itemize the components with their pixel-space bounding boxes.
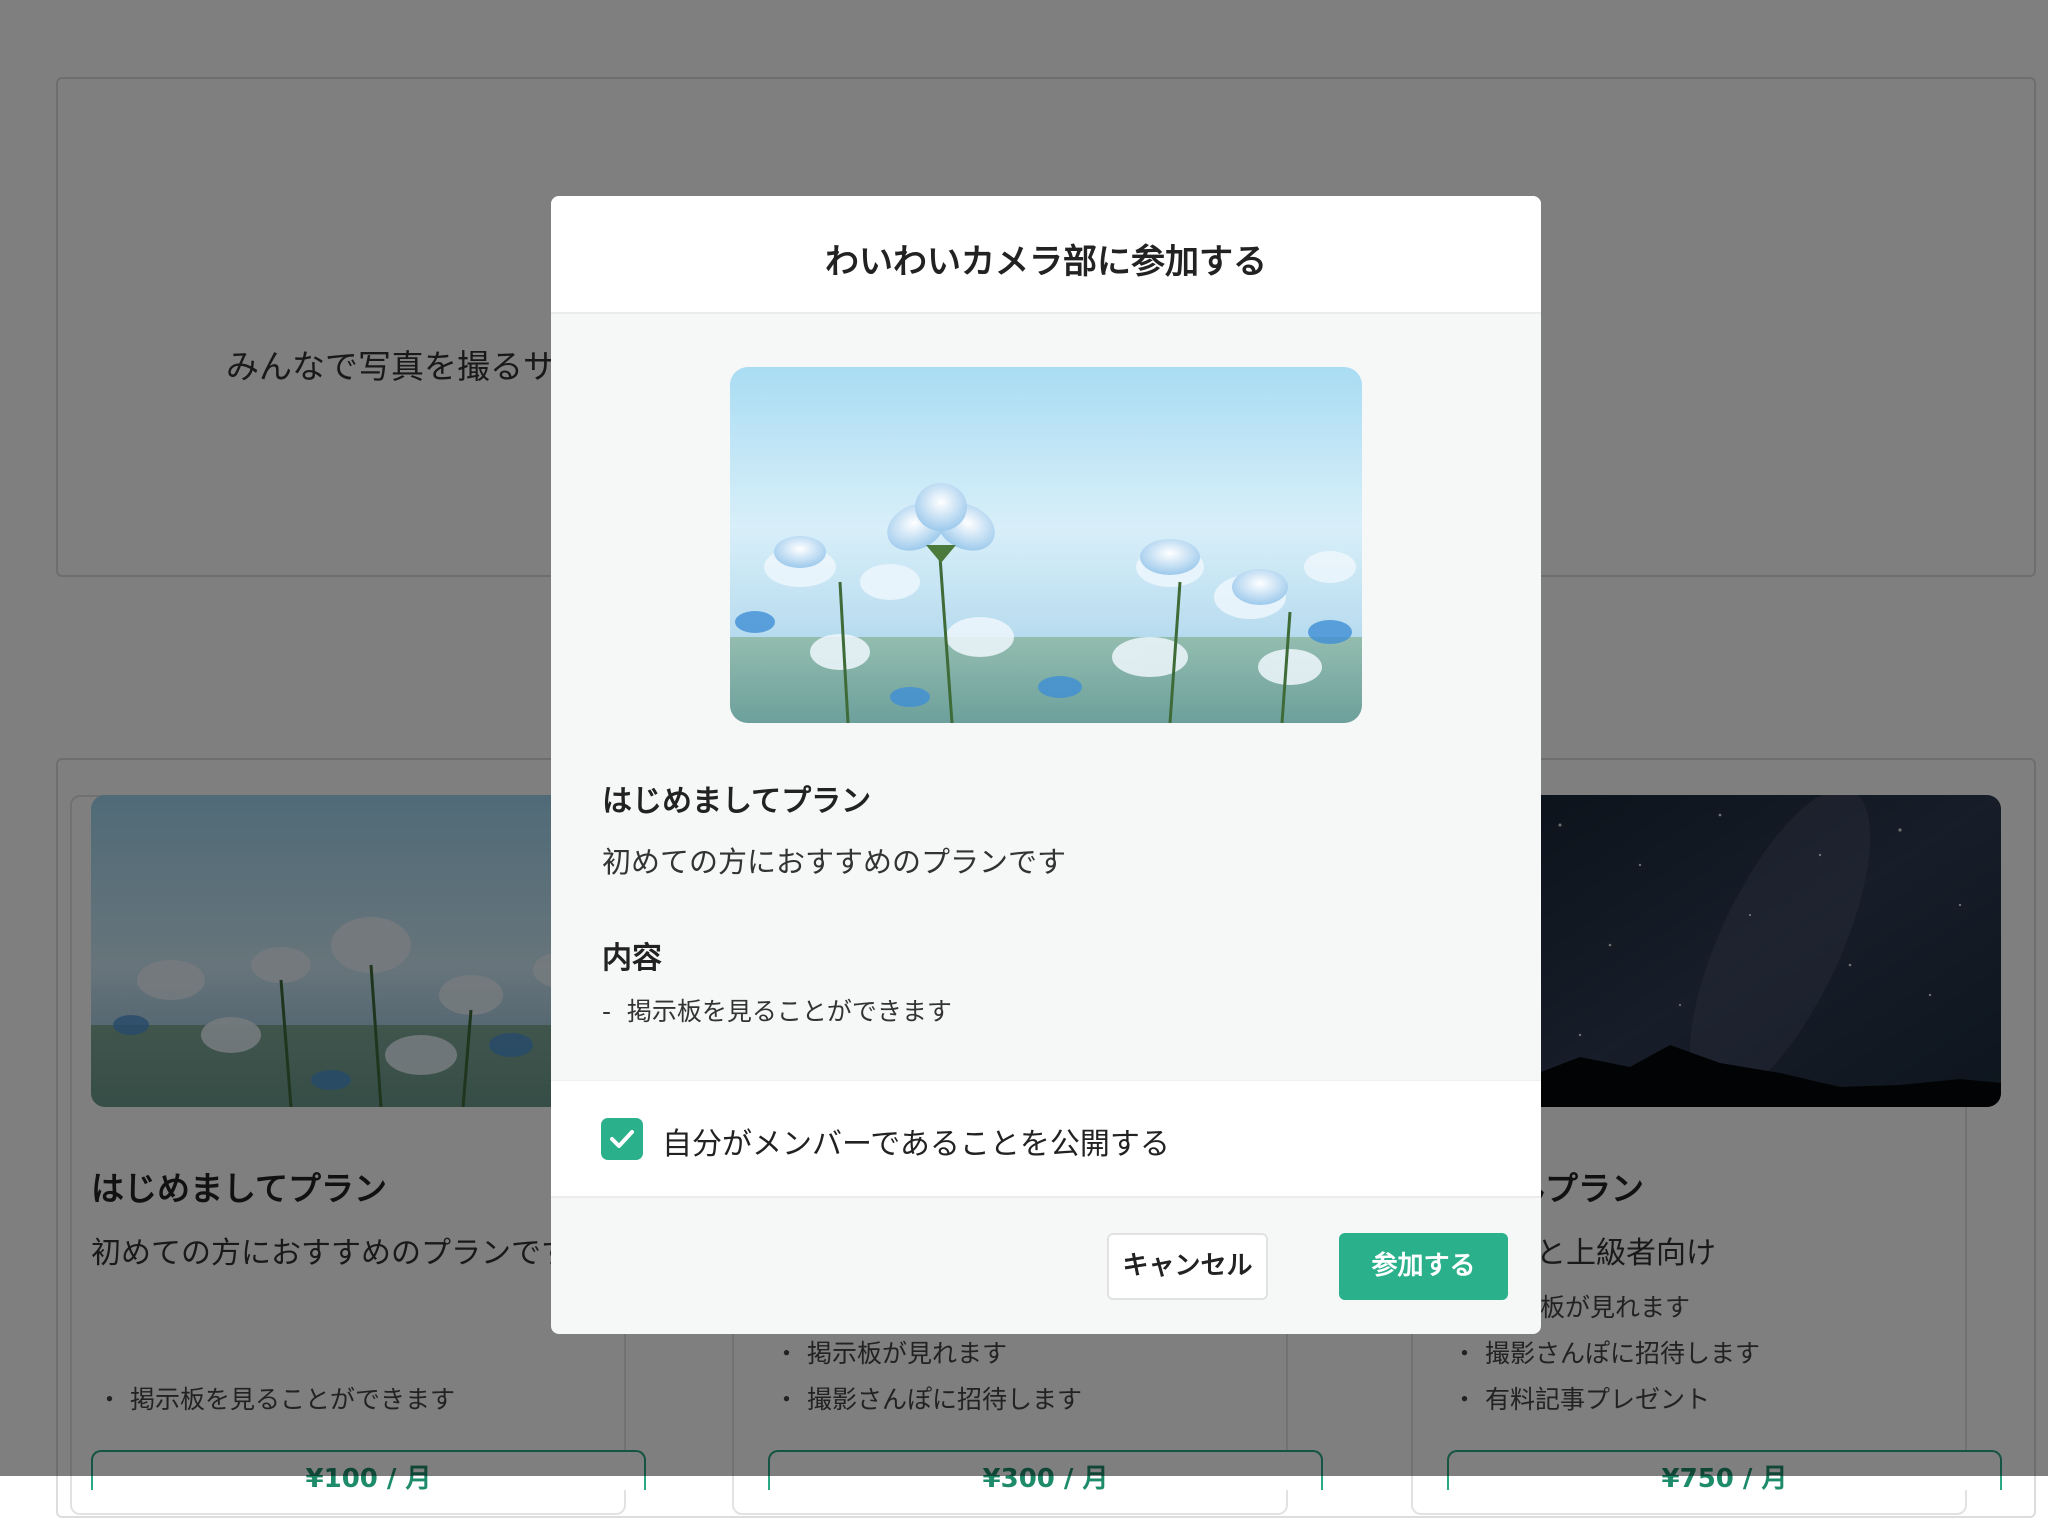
- check-icon: [610, 1130, 634, 1148]
- modal-title: わいわいカメラ部に参加する: [825, 242, 1267, 282]
- modal-content-item: - 掲示板を見ることができます: [602, 997, 952, 1026]
- join-button[interactable]: 参加する: [1339, 1233, 1508, 1300]
- publish-membership-row: 自分がメンバーであることを公開する: [551, 1080, 1541, 1198]
- join-modal: わいわいカメラ部に参加する はじめましてプラン 初めての方におすすめのプランです…: [551, 196, 1541, 1334]
- plan-image: [730, 367, 1362, 723]
- modal-plan-description: 初めての方におすすめのプランです: [602, 845, 1067, 879]
- publish-membership-checkbox[interactable]: [601, 1118, 643, 1160]
- modal-header: わいわいカメラ部に参加する: [551, 196, 1541, 314]
- modal-content-heading: 内容: [602, 941, 662, 976]
- cancel-button[interactable]: キャンセル: [1107, 1233, 1268, 1300]
- publish-membership-label[interactable]: 自分がメンバーであることを公開する: [662, 1119, 1170, 1163]
- modal-plan-name: はじめましてプラン: [602, 784, 872, 819]
